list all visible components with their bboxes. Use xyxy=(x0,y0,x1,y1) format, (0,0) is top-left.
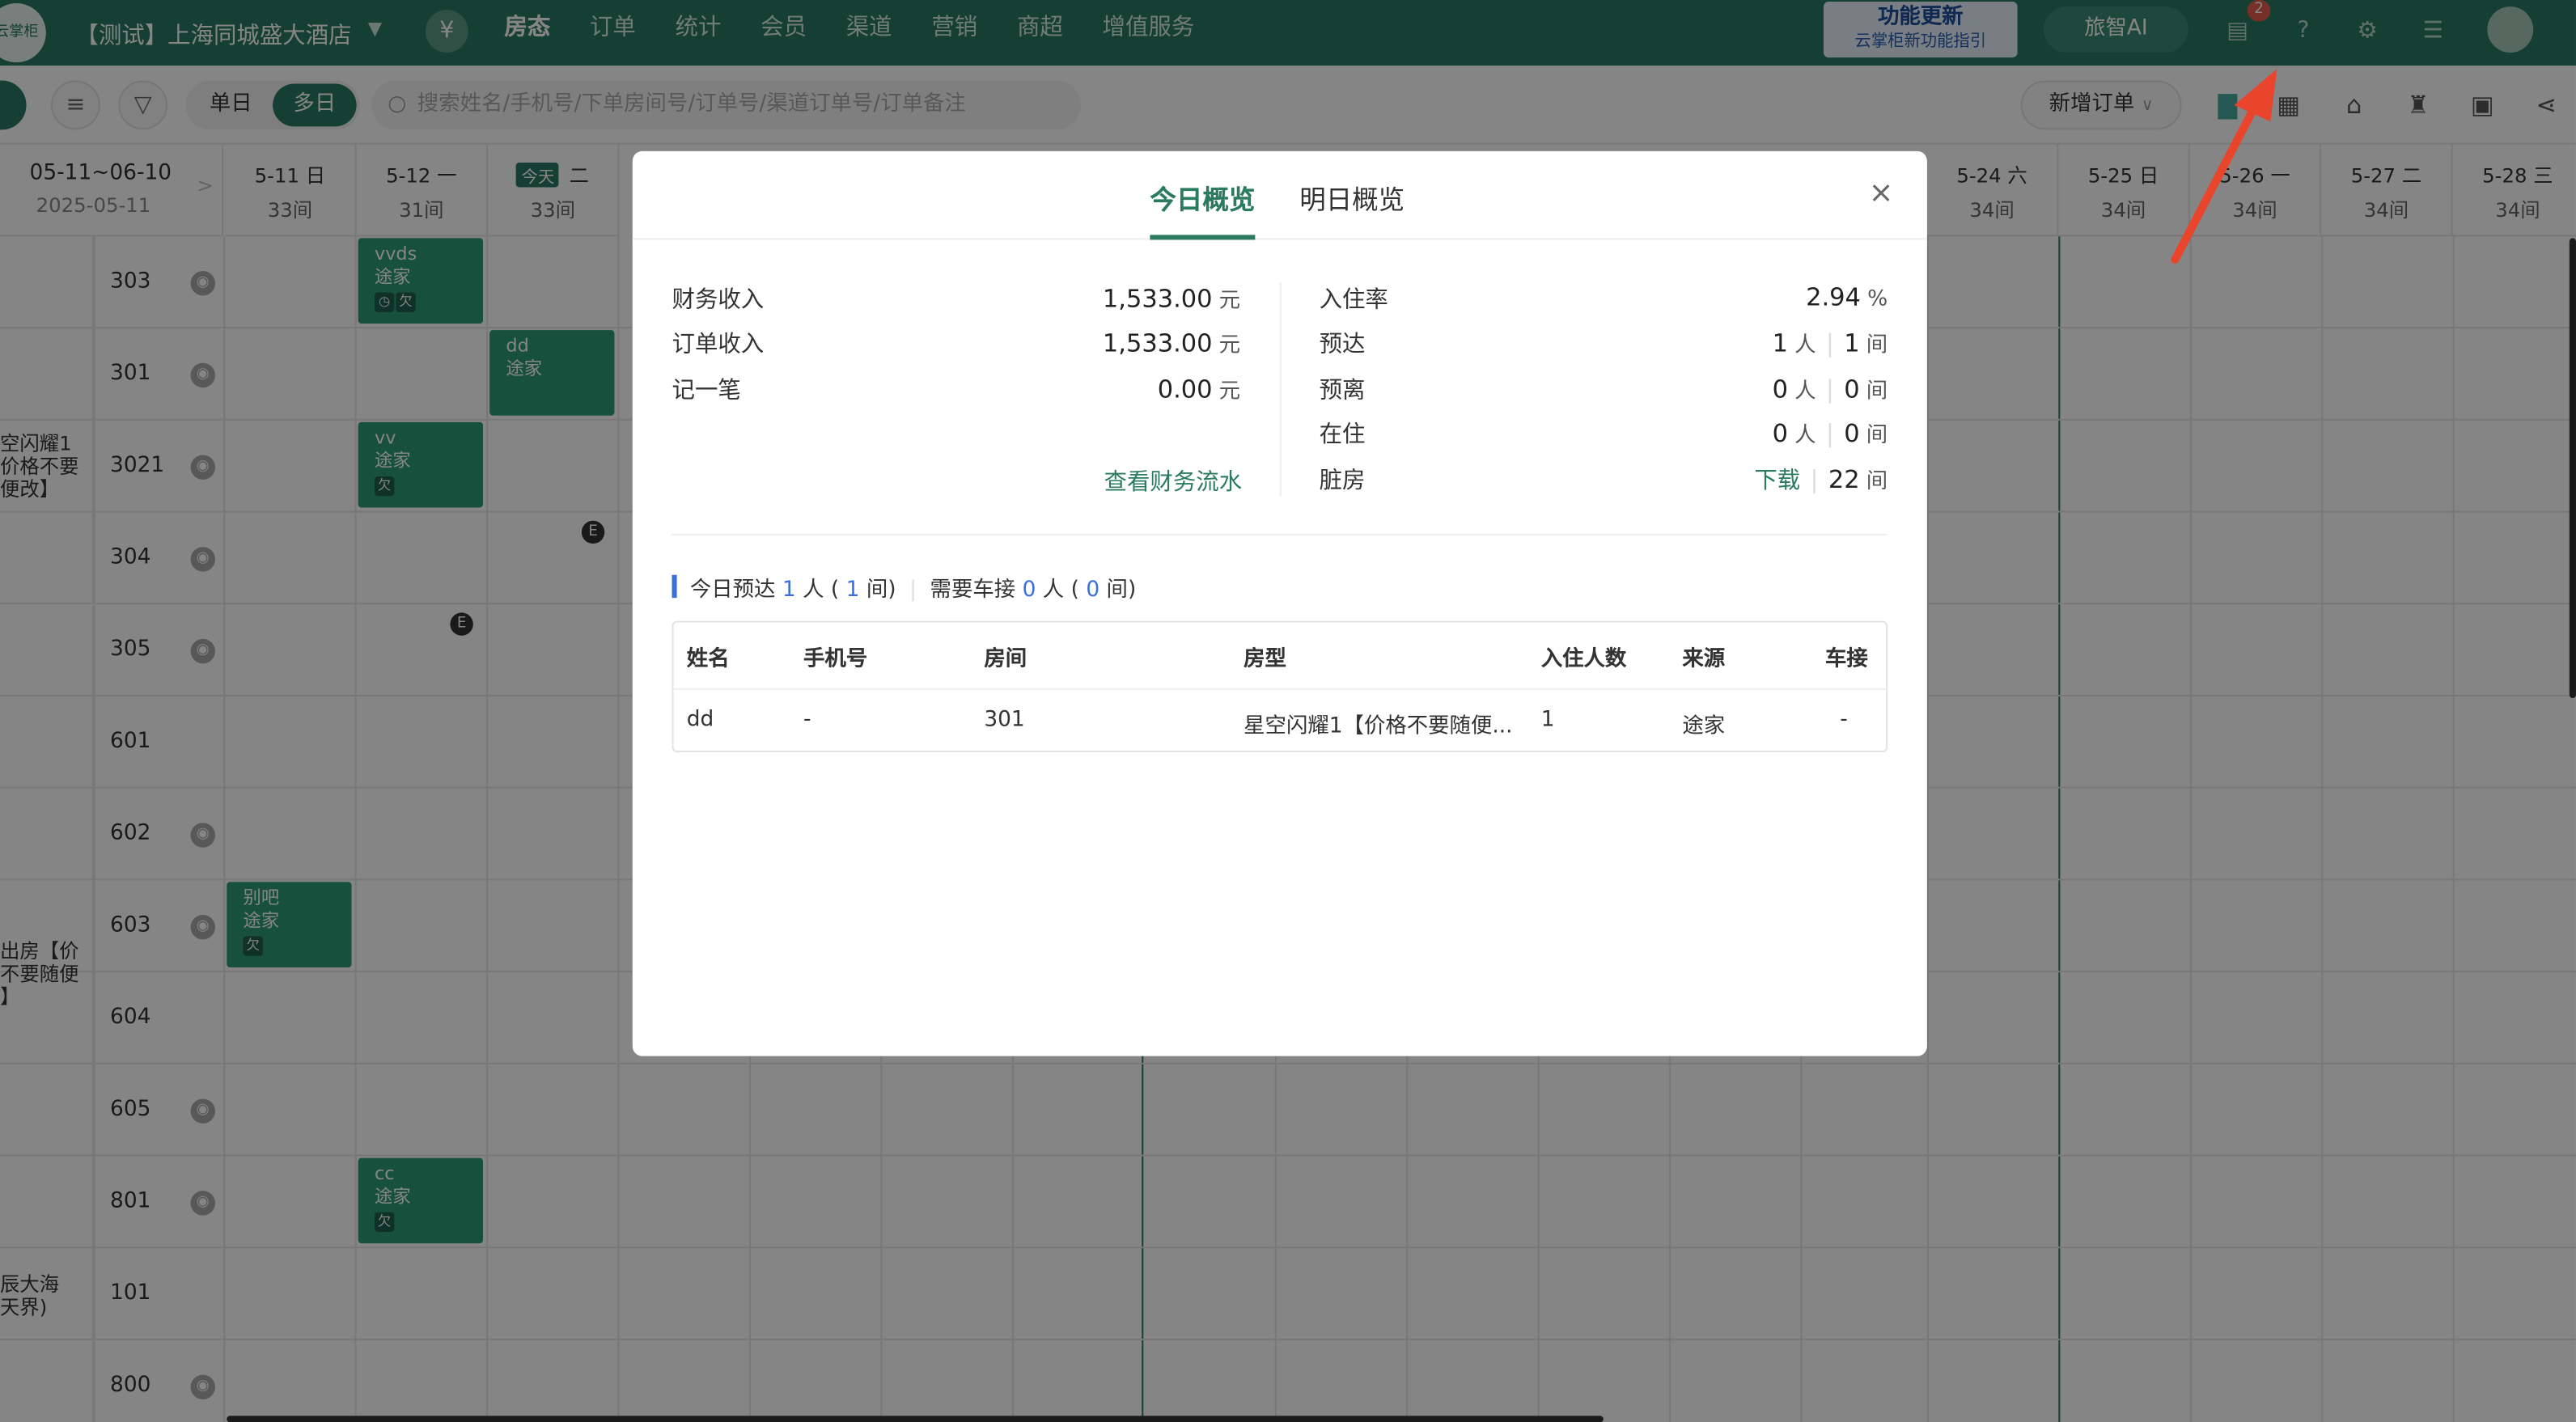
column-header: 车接 xyxy=(1824,647,1868,672)
record-entry-value: 0.00 xyxy=(1157,374,1213,404)
unit-label: 间 xyxy=(1866,379,1888,404)
unit-label: 间 xyxy=(1866,423,1888,449)
table-cell: 途家 xyxy=(1682,714,1726,739)
arrival-label: 预达 xyxy=(1319,332,1366,358)
column-header: 姓名 xyxy=(686,647,730,672)
in-house-label: 在住 xyxy=(1319,421,1366,449)
in-house-people: 0 xyxy=(1772,418,1789,449)
summary-people: 1 xyxy=(782,578,796,603)
summary-label: 今日预达 xyxy=(689,578,776,603)
arrival-table: 姓名 手机号 房间 房型 入住人数 来源 车接 dd - 301 星空闪耀1【价… xyxy=(672,620,1888,753)
unit-label: 人 ( xyxy=(1042,578,1079,603)
occupancy-row: 入住率 2.94% xyxy=(1320,282,1888,315)
record-entry-row: 记一笔 0.00 元 xyxy=(672,373,1241,406)
occupancy-value: 2.94 xyxy=(1806,282,1861,312)
accent-bar xyxy=(672,574,677,599)
departure-people: 0 xyxy=(1772,374,1789,404)
record-entry-label: 记一笔 xyxy=(672,378,741,404)
pickup-people: 0 xyxy=(1022,578,1036,603)
table-divider xyxy=(673,688,1887,690)
unit-label: 人 xyxy=(1794,333,1816,358)
column-header: 房型 xyxy=(1244,647,1286,672)
dirty-room-count: 22 xyxy=(1828,464,1860,495)
pickup-label: 需要车接 xyxy=(930,578,1016,603)
finance-income-label: 财务收入 xyxy=(672,287,765,314)
table-cell: - xyxy=(1840,708,1848,733)
unit-label: % xyxy=(1867,287,1888,312)
column-header: 手机号 xyxy=(803,647,868,672)
table-cell: dd xyxy=(686,708,714,733)
summary-rooms: 1 xyxy=(845,578,860,603)
arrival-row: 预达 1 人 | 1 间 xyxy=(1319,328,1888,358)
annotation-arrow xyxy=(2171,69,2277,264)
column-header: 入住人数 xyxy=(1540,647,1627,672)
table-cell: - xyxy=(803,708,811,733)
column-header: 房间 xyxy=(984,647,1027,672)
pickup-rooms: 0 xyxy=(1086,578,1100,603)
order-income-row: 订单收入 1,533.00 元 xyxy=(672,327,1241,360)
occupancy-label: 入住率 xyxy=(1319,287,1388,314)
order-income-label: 订单收入 xyxy=(672,332,765,358)
app-root: 云掌柜 【测试】上海同城盛大酒店 ▼ ¥ 房态 订单 统计 会员 渠道 营销 商… xyxy=(0,0,2576,1422)
unit-label: 人 xyxy=(1794,379,1816,404)
divider xyxy=(672,533,1888,535)
unit-label: 人 xyxy=(1794,423,1816,449)
departure-row: 预离 0 人 | 0 间 xyxy=(1319,374,1888,404)
table-cell: 星空闪耀1【价格不要随便... xyxy=(1244,714,1513,739)
close-icon[interactable]: × xyxy=(1865,176,1898,210)
dirty-room-label: 脏房 xyxy=(1319,468,1366,495)
unit-label: 元 xyxy=(1218,379,1241,404)
tab-tomorrow-overview[interactable]: 明日概览 xyxy=(1299,177,1405,239)
arrival-summary: 今日预达 1 人 ( 1 间) | 需要车接 0 人 ( 0 间) xyxy=(672,572,1137,603)
download-link[interactable]: 下载 xyxy=(1754,468,1800,494)
departure-rooms: 0 xyxy=(1844,374,1860,404)
unit-label: 间 xyxy=(1866,469,1888,495)
departure-label: 预离 xyxy=(1319,378,1366,404)
in-house-row: 在住 0 人 | 0 间 xyxy=(1319,418,1888,449)
arrival-rooms: 1 xyxy=(1844,328,1860,358)
dirty-room-row: 脏房 下载 | 22 间 xyxy=(1319,464,1888,495)
tab-today-overview[interactable]: 今日概览 xyxy=(1150,177,1256,240)
overview-modal: 今日概览 明日概览 × 财务收入 1,533.00 元 订单收入 1,533.00… xyxy=(632,150,1927,1056)
finance-income-value: 1,533.00 xyxy=(1102,284,1213,314)
divider xyxy=(1279,282,1282,497)
unit-label: 人 ( xyxy=(803,578,840,603)
unit-label: 间 xyxy=(1866,333,1888,358)
table-cell: 301 xyxy=(984,708,1025,733)
unit-label: 间) xyxy=(866,578,896,603)
order-income-value: 1,533.00 xyxy=(1102,328,1213,358)
column-header: 来源 xyxy=(1682,647,1726,672)
arrival-people: 1 xyxy=(1772,328,1789,358)
in-house-rooms: 0 xyxy=(1844,418,1860,449)
view-finance-link[interactable]: 查看财务流水 xyxy=(1104,465,1243,498)
unit-label: 间) xyxy=(1106,578,1137,603)
unit-label: 元 xyxy=(1218,333,1241,358)
table-cell: 1 xyxy=(1540,708,1555,733)
finance-income-row: 财务收入 1,533.00 元 xyxy=(672,282,1241,315)
modal-tabs: 今日概览 明日概览 × xyxy=(632,151,1927,240)
unit-label: 元 xyxy=(1218,289,1241,314)
